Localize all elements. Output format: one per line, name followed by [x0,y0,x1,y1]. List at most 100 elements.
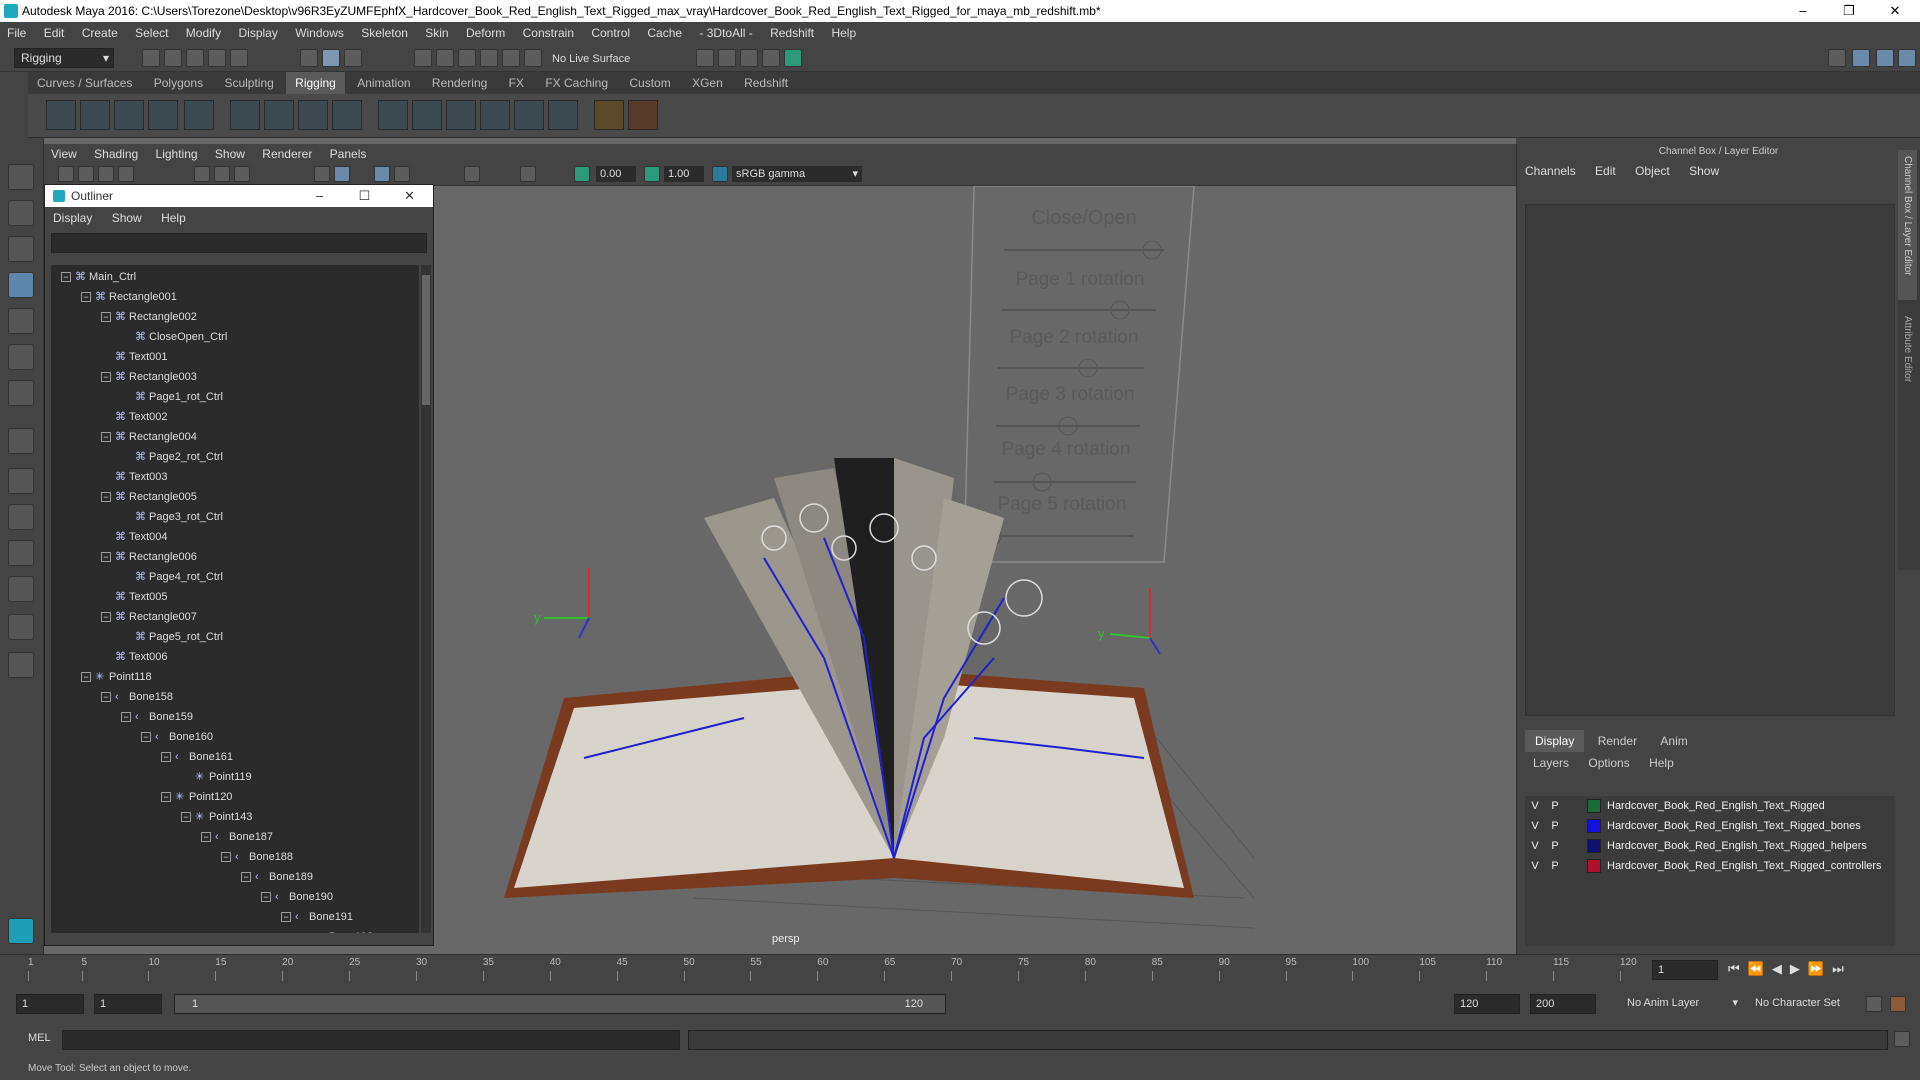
vp-menu-lighting[interactable]: Lighting [149,144,205,164]
hypershade-icon[interactable] [762,49,780,67]
outliner-item[interactable]: ⌘ Rectangle003 [115,367,197,387]
select-component-icon[interactable] [344,49,362,67]
collapse-toggle-icon[interactable]: − [161,792,171,802]
menu-skin[interactable]: Skin [418,22,455,44]
maya-home-icon[interactable] [8,918,34,944]
side-tab-attribute-editor[interactable]: Attribute Editor [1898,310,1917,388]
hik-icon[interactable] [628,100,658,130]
layer-row[interactable]: V P Hardcover_Book_Red_English_Text_Rigged… [1525,856,1895,876]
lights-icon[interactable] [394,166,410,182]
playback-end-field[interactable]: 120 [1454,994,1520,1014]
color-management-icon[interactable] [712,166,728,182]
collapse-toggle-icon[interactable]: − [241,872,251,882]
outliner-item[interactable]: ‹ Bone191 [295,907,353,927]
maximize-button[interactable]: ❐ [1826,0,1872,22]
outliner-scroll-thumb[interactable] [422,275,430,405]
mode-selector[interactable]: Rigging ▾ [14,48,114,68]
menu-display[interactable]: Display [231,22,284,44]
xray-icon[interactable] [374,166,390,182]
locator-icon[interactable] [594,100,624,130]
layer-visibility-toggle[interactable]: V [1527,816,1543,836]
view-transform-select[interactable]: sRGB gamma ▾ [732,166,862,182]
collapse-toggle-icon[interactable]: − [261,892,271,902]
outliner-item[interactable]: ⌘ Rectangle002 [115,307,197,327]
snap-curve-icon[interactable] [436,49,454,67]
channel-list[interactable] [1525,204,1895,716]
outliner-item[interactable]: ⌘ Page4_rot_Ctrl [135,567,223,587]
pole-vector-icon[interactable] [548,100,578,130]
outliner-item[interactable]: ⌘ Text004 [115,527,168,547]
minimize-button[interactable]: – [1780,0,1826,22]
last-tool-icon[interactable] [8,380,34,406]
layer-tab-render[interactable]: Render [1588,730,1647,752]
outliner-layout-icon[interactable] [8,614,34,640]
menu-edit[interactable]: Edit [37,22,72,44]
collapse-toggle-icon[interactable]: − [61,272,71,282]
menu-control[interactable]: Control [584,22,637,44]
outliner-item[interactable]: ‹ Bone188 [235,847,293,867]
smooth-shade-icon[interactable] [334,166,350,182]
menu-file[interactable]: File [0,22,33,44]
outliner-item[interactable]: ⌘ Page2_rot_Ctrl [135,447,223,467]
collapse-toggle-icon[interactable]: − [141,732,151,742]
channel-box-toggle-icon[interactable] [1876,49,1894,67]
collapse-toggle-icon[interactable]: − [181,812,191,822]
lattice-icon[interactable] [298,100,328,130]
shelf-tab-custom[interactable]: Custom [620,72,679,94]
layer-playback-toggle[interactable]: P [1547,796,1563,816]
menu-create[interactable]: Create [75,22,125,44]
outliner-minimize-button[interactable]: – [297,185,342,207]
save-scene-icon[interactable] [186,49,204,67]
vp-menu-show[interactable]: Show [208,144,252,164]
layer-playback-toggle[interactable]: P [1547,856,1563,876]
shelf-tab-fx-caching[interactable]: FX Caching [536,72,617,94]
outliner-scrollbar[interactable] [421,265,431,933]
shelf-tab-rendering[interactable]: Rendering [423,72,496,94]
redo-icon[interactable] [230,49,248,67]
layer-tab-display[interactable]: Display [1525,730,1585,752]
outliner-titlebar[interactable]: Outliner – ☐ ✕ [45,185,433,207]
outliner-item[interactable]: ⌘ Rectangle001 [95,287,177,307]
script-editor-icon[interactable] [1894,1031,1910,1047]
quick-rig-icon[interactable] [184,100,214,130]
outliner-item[interactable]: ‹ Bone187 [215,827,273,847]
open-scene-icon[interactable] [164,49,182,67]
outliner-item[interactable]: ⌘ Rectangle006 [115,547,197,567]
outliner-item[interactable]: ‹ Bone189 [255,867,313,887]
playback-controls[interactable]: ⏮⏪◀▶⏩⏭ [1728,961,1852,977]
layer-visibility-toggle[interactable]: V [1527,796,1543,816]
menu-modify[interactable]: Modify [179,22,228,44]
anim-end-field[interactable]: 200 [1530,994,1596,1014]
vp-menu-view[interactable]: View [44,144,84,164]
menu-select[interactable]: Select [128,22,175,44]
cb-menu-edit[interactable]: Edit [1587,160,1624,182]
lasso-tool-icon[interactable] [8,200,34,226]
outliner-item[interactable]: ‹ Bone161 [175,747,233,767]
outliner-item[interactable]: ⌘ Page1_rot_Ctrl [135,387,223,407]
outliner-item[interactable]: ⌘ Rectangle007 [115,607,197,627]
anim-start-field[interactable]: 1 [16,994,84,1014]
exposure-field[interactable]: 0.00 [596,166,636,182]
outliner-menu-show[interactable]: Show [104,207,150,229]
ik-handle-icon[interactable] [80,100,110,130]
ipr-render-icon[interactable] [718,49,736,67]
mel-label[interactable]: MEL [28,1032,51,1044]
layer-color-swatch[interactable] [1587,799,1601,813]
side-by-side-layout-icon[interactable] [8,504,34,530]
point-constraint-icon[interactable] [378,100,408,130]
preferences-icon[interactable] [1890,996,1906,1012]
collapse-toggle-icon[interactable]: − [101,612,111,622]
layer-visibility-toggle[interactable]: V [1527,856,1543,876]
outliner-item[interactable]: ‹ Bone160 [155,727,213,747]
auto-key-icon[interactable] [1866,996,1882,1012]
outliner-item[interactable]: ⌘ Text003 [115,467,168,487]
dock-toggle-icon[interactable] [8,652,34,678]
joint-tool-icon[interactable] [46,100,76,130]
collapse-toggle-icon[interactable]: − [281,912,291,922]
layer-menu-layers[interactable]: Layers [1525,752,1577,774]
layer-tab-anim[interactable]: Anim [1650,730,1697,752]
orient-constraint-icon[interactable] [446,100,476,130]
select-hierarchy-icon[interactable] [300,49,318,67]
shelf-tab-polygons[interactable]: Polygons [145,72,212,94]
cluster-icon[interactable] [332,100,362,130]
